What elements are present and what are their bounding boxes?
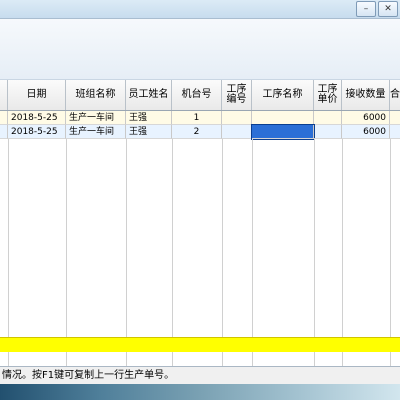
toolbar xyxy=(0,19,400,80)
summary-row xyxy=(0,337,400,352)
status-bar: 情况。按F1键可复制上一行生产单号。 xyxy=(0,366,400,384)
cell-team[interactable]: 生产一车间 xyxy=(66,111,126,125)
grid-line xyxy=(390,139,391,366)
minimize-button[interactable]: – xyxy=(356,1,376,17)
table-header: 日期 班组名称 员工姓名 机台号 工序 编号 工序名称 工序 单价 接收数量 合 xyxy=(0,80,400,111)
row-indicator[interactable] xyxy=(0,125,8,139)
grid-line xyxy=(126,139,127,366)
column-header-process-code[interactable]: 工序 编号 xyxy=(222,80,252,110)
cell-unit-price[interactable] xyxy=(314,111,342,125)
grid-line xyxy=(252,139,253,366)
cell-total[interactable] xyxy=(390,111,400,125)
cell-received-qty[interactable]: 6000 xyxy=(342,125,390,139)
column-header-date[interactable]: 日期 xyxy=(8,80,66,110)
column-header-machine[interactable]: 机台号 xyxy=(172,80,222,110)
column-header-received-qty[interactable]: 接收数量 xyxy=(342,80,390,110)
column-header-team[interactable]: 班组名称 xyxy=(66,80,126,110)
close-button[interactable]: ✕ xyxy=(378,1,398,17)
grid-line xyxy=(172,139,173,366)
grid-line xyxy=(222,139,223,366)
cell-received-qty[interactable]: 6000 xyxy=(342,111,390,125)
row-indicator[interactable] xyxy=(0,111,8,125)
cell-machine[interactable]: 2 xyxy=(172,125,222,139)
grid-line xyxy=(342,139,343,366)
status-text: 情况。按F1键可复制上一行生产单号。 xyxy=(2,370,175,381)
column-header-process-name[interactable]: 工序名称 xyxy=(252,80,314,110)
cell-total[interactable] xyxy=(390,125,400,139)
column-header-unit-price[interactable]: 工序 单价 xyxy=(314,80,342,110)
cell-team[interactable]: 生产一车间 xyxy=(66,125,126,139)
table-row[interactable]: 2018-5-25 生产一车间 王强 1 6000 xyxy=(0,111,400,125)
grid-line xyxy=(8,139,9,366)
cell-employee[interactable]: 王强 xyxy=(126,111,172,125)
minimize-icon: – xyxy=(363,4,369,14)
row-indicator-header xyxy=(0,80,8,110)
cell-process-code[interactable] xyxy=(222,125,252,139)
cell-process-name-selected[interactable] xyxy=(251,124,315,140)
title-bar: – ✕ xyxy=(0,0,400,19)
cell-date[interactable]: 2018-5-25 xyxy=(8,125,66,139)
close-icon: ✕ xyxy=(384,4,392,14)
cell-unit-price[interactable] xyxy=(314,125,342,139)
column-header-employee[interactable]: 员工姓名 xyxy=(126,80,172,110)
desktop-background xyxy=(0,384,400,400)
cell-process-code[interactable] xyxy=(222,111,252,125)
column-header-total[interactable]: 合 xyxy=(390,80,400,110)
cell-employee[interactable]: 王强 xyxy=(126,125,172,139)
grid-line xyxy=(314,139,315,366)
data-grid[interactable]: 日期 班组名称 员工姓名 机台号 工序 编号 工序名称 工序 单价 接收数量 合… xyxy=(0,80,400,366)
cell-machine[interactable]: 1 xyxy=(172,111,222,125)
table-row[interactable]: 2018-5-25 生产一车间 王强 2 6000 xyxy=(0,124,400,140)
cell-process-name[interactable] xyxy=(252,111,314,125)
grid-line xyxy=(66,139,67,366)
cell-date[interactable]: 2018-5-25 xyxy=(8,111,66,125)
